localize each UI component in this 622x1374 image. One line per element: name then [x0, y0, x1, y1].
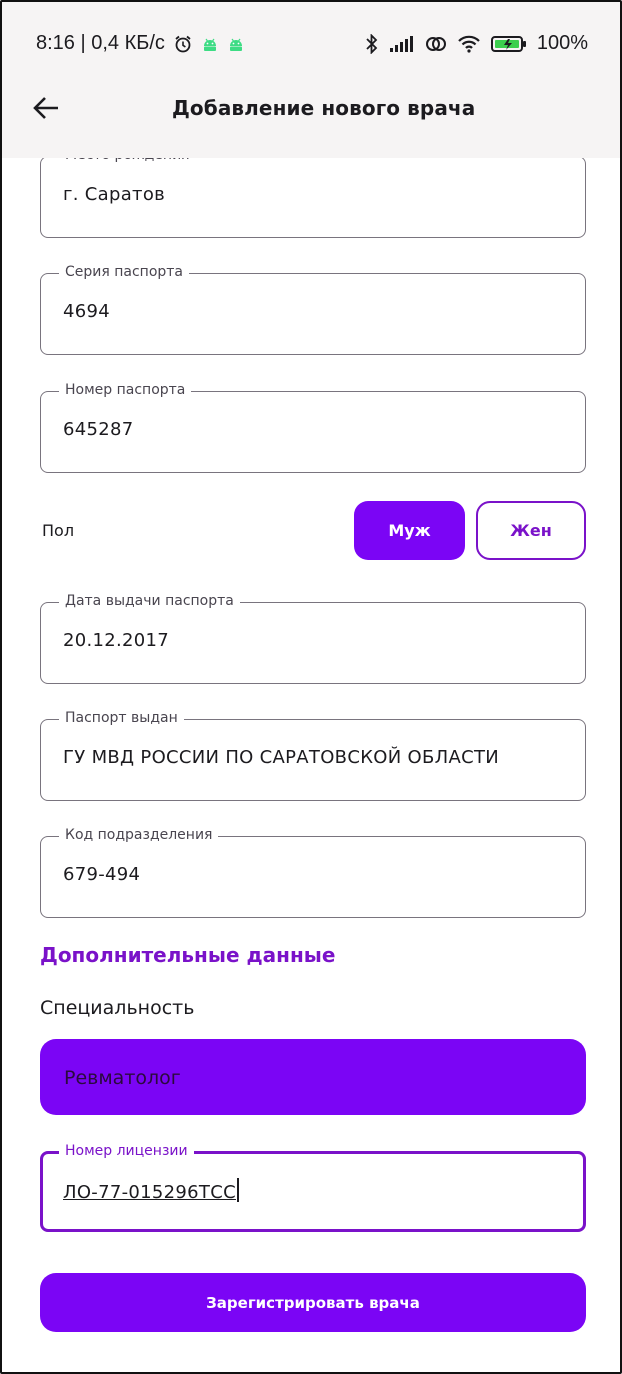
department-code-label: Код подразделения: [59, 827, 219, 843]
passport-number-value: 645287: [63, 419, 134, 440]
android-icon: [201, 35, 219, 53]
gender-male-button[interactable]: Муж: [354, 501, 465, 560]
license-number-label: Номер лицензии: [59, 1143, 194, 1159]
passport-series-label: Серия паспорта: [59, 264, 190, 280]
android-icon: [227, 35, 245, 53]
passport-issued-by-label: Паспорт выдан: [59, 710, 184, 726]
passport-series-field[interactable]: Серия паспорта 4694: [40, 264, 586, 355]
passport-series-value: 4694: [63, 301, 111, 322]
birthplace-field[interactable]: Место рождения г. Саратов: [40, 147, 586, 238]
hotspot-icon: [425, 34, 447, 54]
passport-number-label: Номер паспорта: [59, 382, 192, 398]
alarm-icon: [173, 34, 193, 54]
status-bar: 8:16 | 0,4 КБ/с 100%: [2, 2, 620, 86]
back-button[interactable]: [26, 90, 66, 130]
birthplace-value: г. Саратов: [63, 184, 166, 205]
additional-data-heading: Дополнительные данные: [40, 943, 336, 967]
bluetooth-icon: [365, 33, 379, 54]
specialty-label: Специальность: [40, 997, 195, 1019]
battery-percent: 100%: [536, 32, 588, 54]
license-number-field[interactable]: Номер лицензии ЛО-77-015296ТСС: [40, 1143, 586, 1232]
gender-female-button[interactable]: Жен: [476, 501, 586, 560]
signal-icon: [389, 35, 415, 53]
specialty-value: Ревматолог: [64, 1067, 181, 1089]
passport-issue-date-field[interactable]: Дата выдачи паспорта 20.12.2017: [40, 593, 586, 684]
department-code-field[interactable]: Код подразделения 679-494: [40, 827, 586, 918]
page-title: Добавление нового врача: [172, 96, 476, 120]
passport-issue-date-value: 20.12.2017: [63, 630, 170, 651]
app-screen: Место рождения г. Саратов Серия паспорта…: [0, 0, 622, 1374]
license-number-value: ЛО-77-015296ТСС: [63, 1182, 236, 1203]
gender-label: Пол: [42, 521, 75, 540]
wifi-icon: [457, 34, 481, 54]
passport-issue-date-label: Дата выдачи паспорта: [59, 593, 240, 609]
arrow-back-icon: [32, 96, 60, 124]
specialty-select[interactable]: Ревматолог: [40, 1039, 586, 1115]
battery-icon: [490, 34, 527, 54]
status-left: 8:16 | 0,4 КБ/с: [36, 32, 245, 55]
register-doctor-button[interactable]: Зарегистрировать врача: [40, 1273, 586, 1332]
status-right: 100%: [365, 32, 588, 55]
top-bar: 8:16 | 0,4 КБ/с 100% Добавление нового в…: [2, 2, 620, 158]
status-time-speed: 8:16 | 0,4 КБ/с: [36, 32, 165, 54]
department-code-value: 679-494: [63, 864, 141, 885]
text-cursor: [236, 1178, 239, 1202]
passport-issued-by-field[interactable]: Паспорт выдан ГУ МВД РОССИИ ПО САРАТОВСК…: [40, 710, 586, 801]
passport-number-field[interactable]: Номер паспорта 645287: [40, 382, 586, 473]
license-number-input-text[interactable]: ЛО-77-015296ТСС: [63, 1178, 239, 1203]
passport-issued-by-value: ГУ МВД РОССИИ ПО САРАТОВСКОЙ ОБЛАСТИ: [63, 747, 500, 768]
